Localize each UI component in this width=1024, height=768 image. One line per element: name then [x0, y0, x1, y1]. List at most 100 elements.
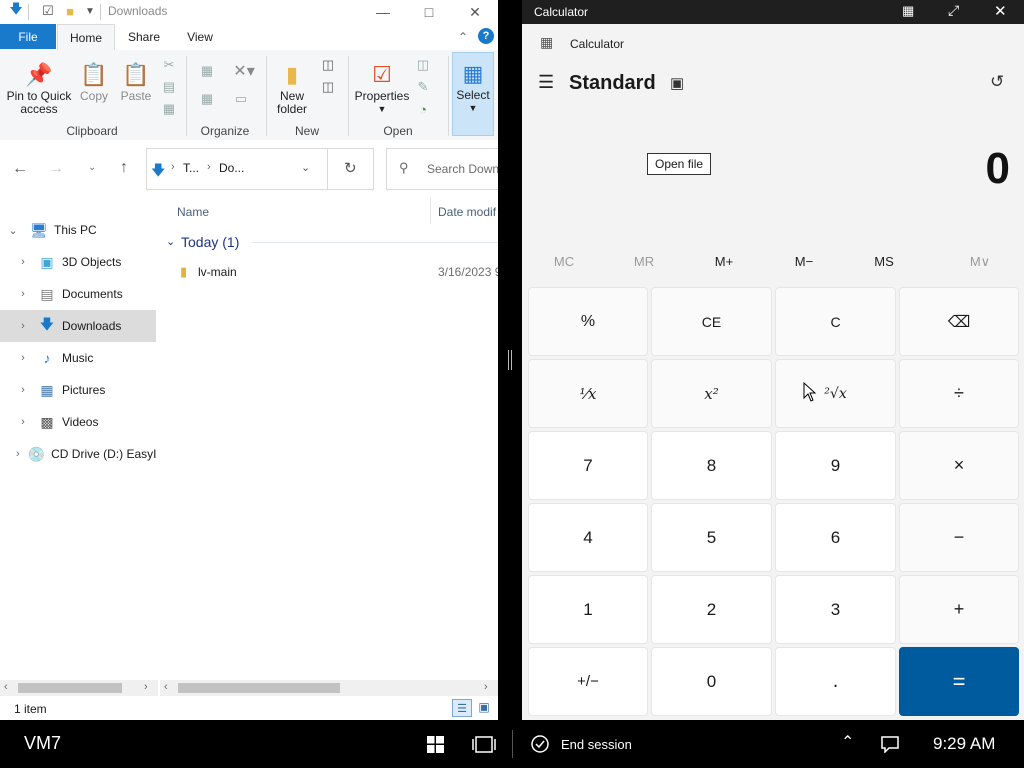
pin-window-icon[interactable]: ▦: [902, 3, 914, 19]
memory-store-button[interactable]: MS: [864, 254, 904, 269]
chevron-right-icon[interactable]: ›: [16, 352, 30, 364]
tree-horizontal-scrollbar[interactable]: ‹ ›: [0, 680, 158, 696]
square-button[interactable]: x²: [651, 359, 772, 428]
tab-file[interactable]: File: [0, 24, 56, 49]
square-root-button[interactable]: ²√x: [775, 359, 896, 428]
memory-add-button[interactable]: M+: [704, 254, 744, 269]
divider-grip[interactable]: [508, 350, 509, 370]
digit-5-button[interactable]: 5: [651, 503, 772, 572]
chevron-up-icon[interactable]: ⌃: [841, 732, 854, 752]
divider-grip[interactable]: [511, 350, 512, 370]
copy-button[interactable]: 📋 Copy: [76, 60, 112, 103]
digit-1-button[interactable]: 1: [528, 575, 648, 644]
copy-path-icon[interactable]: ▤: [160, 78, 178, 96]
negate-button[interactable]: +/−: [528, 647, 648, 716]
new-folder-icon[interactable]: ■: [62, 3, 78, 19]
windows-start-icon[interactable]: [427, 736, 444, 753]
memory-list-button[interactable]: M∨: [960, 254, 1000, 270]
digit-6-button[interactable]: 6: [775, 503, 896, 572]
history-icon[interactable]: ◔: [414, 100, 432, 118]
chevron-right-icon[interactable]: ›: [16, 384, 30, 396]
open-icon[interactable]: ◫: [414, 56, 432, 74]
digit-2-button[interactable]: 2: [651, 575, 772, 644]
close-button[interactable]: ✕: [452, 0, 498, 24]
chevron-right-icon[interactable]: ›: [16, 288, 30, 300]
large-icons-view-icon[interactable]: ▣: [476, 699, 492, 715]
new-folder-button[interactable]: ▮ New folder: [272, 60, 312, 116]
properties-check-icon[interactable]: ☑: [40, 3, 56, 19]
forward-arrow-icon[interactable]: →: [48, 160, 64, 178]
digit-4-button[interactable]: 4: [528, 503, 648, 572]
memory-recall-button[interactable]: MR: [624, 254, 664, 269]
chevron-down-icon[interactable]: ⌄: [166, 235, 175, 248]
tree-item-this-pc[interactable]: ⌄ 🖥 This PC: [0, 214, 156, 246]
reciprocal-button[interactable]: ⅟x: [528, 359, 648, 428]
digit-9-button[interactable]: 9: [775, 431, 896, 500]
easy-access-icon[interactable]: ◫: [316, 78, 340, 96]
end-session-button[interactable]: End session: [530, 732, 632, 756]
pin-to-quick-access-button[interactable]: 📌 Pin to Quick access: [6, 60, 72, 116]
customize-qa-icon[interactable]: ▼: [82, 3, 98, 19]
keep-on-top-icon[interactable]: ▣: [670, 74, 684, 92]
move-to-icon[interactable]: ▦: [196, 62, 218, 80]
clock[interactable]: 9:29 AM: [933, 734, 995, 754]
cut-icon[interactable]: ✂: [160, 56, 178, 74]
memory-clear-button[interactable]: MC: [544, 254, 584, 269]
chevron-down-icon[interactable]: ⌄: [6, 224, 20, 237]
hamburger-menu-icon[interactable]: ☰: [538, 72, 554, 93]
address-dropdown-icon[interactable]: ⌄: [301, 161, 310, 174]
percent-button[interactable]: %: [528, 287, 648, 356]
decimal-button[interactable]: .: [775, 647, 896, 716]
task-view-icon[interactable]: [472, 736, 496, 753]
scroll-right-icon[interactable]: ›: [484, 681, 488, 693]
column-header-name[interactable]: Name: [177, 205, 209, 219]
scrollbar-thumb[interactable]: [18, 683, 122, 693]
column-header-date[interactable]: Date modif: [438, 205, 496, 219]
maximize-button[interactable]: □: [406, 0, 452, 24]
clear-entry-button[interactable]: CE: [651, 287, 772, 356]
breadcrumb-segment[interactable]: T...: [183, 161, 199, 175]
fullscreen-icon[interactable]: ⤢: [948, 2, 959, 19]
snap-divider[interactable]: [498, 0, 522, 720]
tree-item-cd-drive[interactable]: › 💿 CD Drive (D:) EasyI: [0, 438, 156, 470]
multiply-button[interactable]: ×: [899, 431, 1019, 500]
search-box[interactable]: ⚲ Search Downl: [386, 148, 508, 190]
scroll-left-icon[interactable]: ‹: [164, 681, 168, 693]
select-button[interactable]: ▦ Select ▼: [452, 52, 494, 136]
scroll-right-icon[interactable]: ›: [144, 681, 148, 693]
memory-subtract-button[interactable]: M−: [784, 254, 824, 269]
add-button[interactable]: +: [899, 575, 1019, 644]
minimize-button[interactable]: —: [360, 0, 406, 24]
tree-item-music[interactable]: › ♪ Music: [0, 342, 156, 374]
chevron-right-icon[interactable]: ›: [16, 320, 30, 332]
clear-button[interactable]: C: [775, 287, 896, 356]
details-view-icon[interactable]: ☰: [452, 699, 472, 717]
tab-share[interactable]: Share: [116, 24, 172, 49]
tree-item-documents[interactable]: › ▤ Documents: [0, 278, 156, 310]
refresh-icon[interactable]: ↻: [344, 159, 357, 177]
edit-icon[interactable]: ✎: [414, 78, 432, 96]
paste-button[interactable]: 📋 Paste: [118, 60, 154, 103]
digit-7-button[interactable]: 7: [528, 431, 648, 500]
chevron-right-icon[interactable]: ›: [16, 256, 30, 268]
help-icon[interactable]: ?: [478, 28, 494, 44]
collapse-ribbon-icon[interactable]: ⌃: [458, 30, 468, 44]
group-header[interactable]: Today (1): [181, 234, 239, 250]
digit-0-button[interactable]: 0: [651, 647, 772, 716]
tree-item-pictures[interactable]: › ▦ Pictures: [0, 374, 156, 406]
scrollbar-thumb[interactable]: [178, 683, 340, 693]
column-divider[interactable]: [430, 198, 431, 224]
file-row[interactable]: ▮ lv-main 3/16/2023 9: [160, 260, 498, 284]
recent-locations-icon[interactable]: ⌄: [88, 162, 96, 173]
tree-item-3d-objects[interactable]: › ▣ 3D Objects: [0, 246, 156, 278]
equals-button[interactable]: =: [899, 647, 1019, 716]
divide-button[interactable]: ÷: [899, 359, 1019, 428]
list-horizontal-scrollbar[interactable]: ‹ ›: [160, 680, 498, 696]
close-icon[interactable]: ✕: [994, 2, 1007, 20]
tab-view[interactable]: View: [172, 24, 228, 49]
new-item-icon[interactable]: ◫: [316, 56, 340, 74]
tree-item-videos[interactable]: › ▩ Videos: [0, 406, 156, 438]
tab-home[interactable]: Home: [57, 24, 115, 51]
paste-shortcut-icon[interactable]: ▦: [160, 100, 178, 118]
rename-icon[interactable]: ▭: [230, 90, 252, 108]
